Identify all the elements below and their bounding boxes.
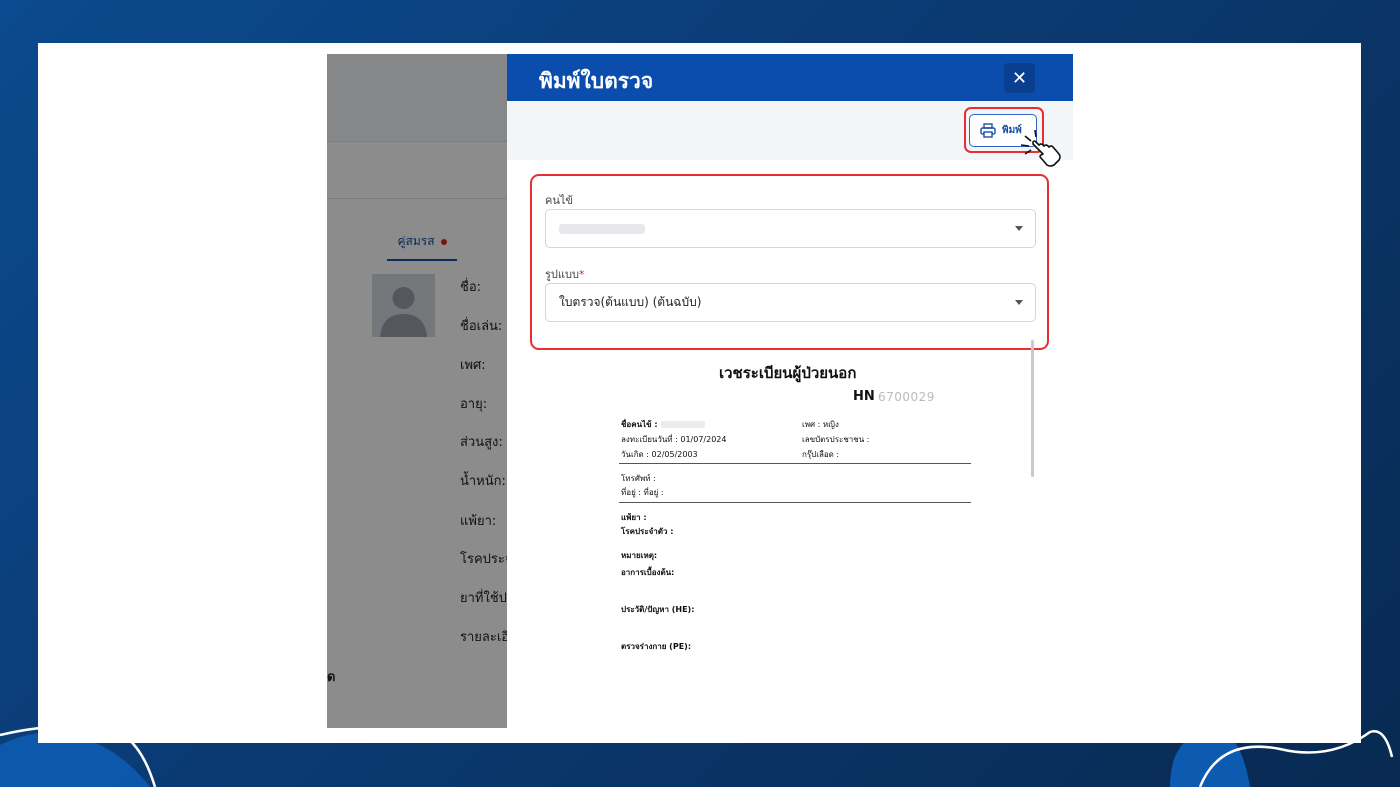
modal-title: พิมพ์ใบตรวจ: [539, 69, 654, 93]
citizen-id: เลขบัตรประชาชน :: [802, 435, 870, 444]
divider: [619, 502, 971, 503]
symptom-section: อาการเบื้องต้น:: [621, 568, 675, 577]
document-title: เวชระเบียนผู้ป่วยนอก: [719, 364, 857, 382]
required-mark: *: [578, 268, 585, 281]
form-highlight-box: [530, 174, 1049, 350]
format-select[interactable]: ใบตรวจ(ต้นแบบ) (ต้นฉบับ): [545, 283, 1036, 322]
divider: [619, 463, 971, 464]
allergy-section: แพ้ยา :: [621, 513, 647, 522]
print-modal: พิมพ์ใบตรวจ ✕ พิมพ์ คนไข้ รูปแบบ* ใบตรวจ…: [507, 54, 1073, 728]
hn-value: 6700029: [878, 390, 935, 404]
patient-name-row: ชื่อคนไข้ :: [621, 418, 705, 431]
scrollbar[interactable]: [1031, 340, 1034, 477]
patient-value-redacted: [559, 223, 645, 234]
hn-label: HN: [853, 389, 875, 404]
exam-section: ตรวจร่างกาย (PE):: [621, 642, 692, 651]
patient-name-redacted: [660, 421, 705, 428]
format-select-value: ใบตรวจ(ต้นแบบ) (ต้นฉบับ): [559, 295, 702, 309]
patient-name-label: ชื่อคนไข้ :: [621, 420, 658, 429]
birth-date: วันเกิด : 02/05/2003: [621, 450, 698, 459]
close-icon: ✕: [1011, 67, 1028, 89]
register-date: ลงทะเบียนวันที่ : 01/07/2024: [621, 435, 727, 444]
close-button[interactable]: ✕: [1004, 63, 1035, 93]
address: ที่อยู่ : ที่อยู่ :: [621, 488, 664, 497]
gender: เพศ : หญิง: [802, 420, 839, 429]
blood-group: กรุ๊ปเลือด :: [802, 450, 840, 459]
modal-header: พิมพ์ใบตรวจ ✕: [507, 54, 1073, 101]
format-label-text: รูปแบบ: [545, 268, 579, 281]
patient-label: คนไข้: [545, 194, 573, 207]
chevron-down-icon: [1015, 300, 1023, 305]
patient-select[interactable]: [545, 209, 1036, 248]
note-section: หมายเหตุ:: [621, 551, 658, 560]
chronic-section: โรคประจำตัว :: [621, 527, 674, 536]
hand-pointer-icon: [1020, 129, 1061, 167]
phone: โทรศัพท์ :: [621, 474, 656, 483]
chevron-down-icon: [1015, 226, 1023, 231]
history-section: ประวัติ/ปัญหา (HE):: [621, 605, 695, 614]
format-label: รูปแบบ*: [545, 265, 584, 283]
